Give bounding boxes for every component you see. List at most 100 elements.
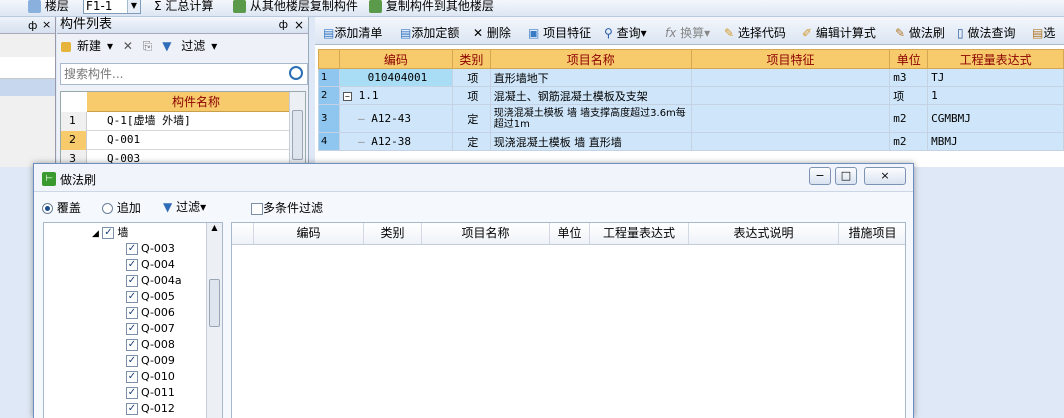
checkbox-icon[interactable]: ✓: [126, 323, 138, 335]
checkbox-icon[interactable]: ✓: [102, 227, 115, 239]
cell-expr[interactable]: CGMBMJ: [927, 104, 1064, 133]
close-button[interactable]: ×: [864, 167, 906, 185]
edit-formula-button[interactable]: ✐ 编辑计算式: [802, 24, 876, 41]
checkbox-icon[interactable]: ✓: [126, 243, 138, 255]
tree-node[interactable]: ✓ Q-004a: [126, 273, 182, 289]
tree-node[interactable]: ✓ Q-003: [126, 241, 175, 257]
checkbox-icon[interactable]: ✓: [126, 291, 138, 303]
maximize-button[interactable]: □: [835, 167, 857, 185]
checkbox-icon[interactable]: ✓: [126, 307, 138, 319]
multi-filter-checkbox[interactable]: 多条件过滤: [251, 199, 323, 216]
cell-feature[interactable]: [690, 86, 891, 105]
cell-feature[interactable]: [690, 132, 891, 151]
tree-node[interactable]: ✓ Q-006: [126, 305, 175, 321]
copy-icon[interactable]: ⎘: [143, 39, 153, 53]
method-query-button[interactable]: ▯ 做法查询: [957, 24, 1015, 41]
checkbox-icon[interactable]: ✓: [126, 275, 138, 287]
cell-code[interactable]: — A12-38: [338, 132, 453, 151]
cell-unit[interactable]: 项: [889, 86, 929, 105]
filter-button[interactable]: ▼ 过滤▾: [163, 198, 206, 215]
col-feature[interactable]: 项目特征: [690, 49, 891, 69]
cell-unit[interactable]: m2: [889, 104, 929, 133]
tree-node[interactable]: ✓ Q-005: [126, 289, 175, 305]
scroll-up-icon[interactable]: ▲: [207, 223, 222, 237]
cell-expr[interactable]: 1: [927, 86, 1064, 105]
copy-from-floor-button[interactable]: 从其他楼层复制构件: [233, 0, 358, 14]
cell-unit[interactable]: m3: [889, 68, 929, 87]
cell-type[interactable]: 定: [451, 132, 491, 151]
tree-node[interactable]: ✓ Q-009: [126, 353, 175, 369]
add-quota-button[interactable]: ▤添加定额: [400, 24, 459, 41]
tree-node[interactable]: ✓ Q-008: [126, 337, 175, 353]
tree-node-wall[interactable]: ◢ ✓ 墙: [92, 225, 128, 241]
cell-code[interactable]: 010404001: [338, 68, 453, 87]
col-code[interactable]: 编码: [254, 223, 364, 244]
table-row[interactable]: 1 Q-1[虚墙 外墙]: [61, 112, 305, 131]
cell-type[interactable]: 定: [451, 104, 491, 133]
dialog-title-bar[interactable]: ⊢ 做法刷 − □ ×: [34, 164, 913, 192]
cell-name[interactable]: 现浇混凝土模板 墙 墙支撑高度超过3.6m每超过1m: [489, 104, 692, 133]
table-row[interactable]: 4 — A12-38 定 现浇混凝土模板 墙 直形墙 m2 MBMJ: [318, 132, 1064, 151]
search-icon[interactable]: [289, 66, 303, 80]
summary-button[interactable]: Σ 汇总计算: [154, 0, 213, 14]
cell-unit[interactable]: m2: [889, 132, 929, 151]
table-row[interactable]: 1 010404001 项 直形墙地下 m3 TJ: [318, 68, 1064, 87]
method-brush-button[interactable]: ✎ 做法刷: [895, 24, 945, 41]
col-unit[interactable]: 单位: [550, 223, 590, 244]
tree-node[interactable]: ✓ Q-010: [126, 369, 175, 385]
scrollbar-thumb[interactable]: [209, 279, 220, 327]
col-unit[interactable]: 单位: [889, 49, 929, 69]
convert-button[interactable]: fx 换算▾: [665, 24, 710, 41]
checkbox-icon[interactable]: ✓: [126, 339, 138, 351]
table-row[interactable]: 3 — A12-43 定 现浇混凝土模板 墙 墙支撑高度超过3.6m每超过1m …: [318, 104, 1064, 133]
checkbox-icon[interactable]: ✓: [126, 403, 138, 415]
scrollbar[interactable]: [289, 92, 305, 170]
expand-icon[interactable]: ◢: [92, 229, 99, 239]
cell-name[interactable]: 混凝土、钢筋混凝土模板及支架: [489, 86, 692, 105]
item-feature-button[interactable]: ▣ 项目特征: [528, 24, 591, 41]
query-button[interactable]: ⚲ 查询▾: [604, 24, 647, 41]
cell-feature[interactable]: [690, 68, 891, 87]
cell-expr[interactable]: TJ: [927, 68, 1064, 87]
table-row[interactable]: 2 Q-001: [61, 131, 305, 150]
checkbox-icon[interactable]: ✓: [126, 355, 138, 367]
scrollbar[interactable]: ▲: [206, 223, 222, 418]
col-type[interactable]: 类别: [364, 223, 422, 244]
left-pane-row[interactable]: [0, 57, 55, 79]
floor-select[interactable]: F1-1 ▼: [83, 0, 141, 14]
search-input[interactable]: 搜索构件...: [60, 63, 308, 85]
tree-node[interactable]: ✓ Q-007: [126, 321, 175, 337]
cell-type[interactable]: 项: [451, 86, 491, 105]
overwrite-radio[interactable]: 覆盖: [42, 199, 81, 216]
minimize-button[interactable]: −: [809, 167, 831, 185]
table-row[interactable]: 2 − 1.1 项 混凝土、钢筋混凝土模板及支架 项 1: [318, 86, 1064, 105]
col-name[interactable]: 项目名称: [422, 223, 550, 244]
delete-icon[interactable]: ✕: [123, 39, 133, 53]
col-expr[interactable]: 工程量表达式: [927, 49, 1064, 69]
append-radio[interactable]: 追加: [102, 199, 141, 216]
col-measure[interactable]: 措施项目: [839, 223, 906, 244]
col-expr-desc[interactable]: 表达式说明: [689, 223, 839, 244]
delete-button[interactable]: ✕ 删除: [473, 24, 511, 41]
collapse-icon[interactable]: −: [342, 92, 352, 101]
pin-icon[interactable]: ф: [28, 19, 37, 32]
scrollbar-thumb[interactable]: [292, 110, 303, 160]
filter-button[interactable]: ▼ 过滤▾: [162, 39, 217, 53]
cell-expr[interactable]: MBMJ: [927, 132, 1064, 151]
col-expr[interactable]: 工程量表达式: [590, 223, 689, 244]
col-name[interactable]: 项目名称: [489, 49, 692, 69]
cell-name[interactable]: 现浇混凝土模板 墙 直形墙: [489, 132, 692, 151]
tree-node[interactable]: ✓ Q-012: [126, 401, 175, 417]
new-button[interactable]: 新建 ▾: [61, 39, 113, 53]
close-icon[interactable]: ×: [294, 17, 304, 33]
tree-node[interactable]: ✓ Q-011: [126, 385, 175, 401]
left-pane-selected-row[interactable]: [0, 79, 55, 96]
pin-icon[interactable]: ф: [279, 17, 288, 33]
checkbox-icon[interactable]: ✓: [126, 259, 138, 271]
tree-node[interactable]: ✓ Q-004: [126, 257, 175, 273]
col-code[interactable]: 编码: [338, 49, 453, 69]
col-type[interactable]: 类别: [451, 49, 491, 69]
cell-type[interactable]: 项: [451, 68, 491, 87]
cell-code[interactable]: − 1.1: [338, 86, 453, 105]
add-list-button[interactable]: ▤添加清单: [323, 24, 382, 41]
